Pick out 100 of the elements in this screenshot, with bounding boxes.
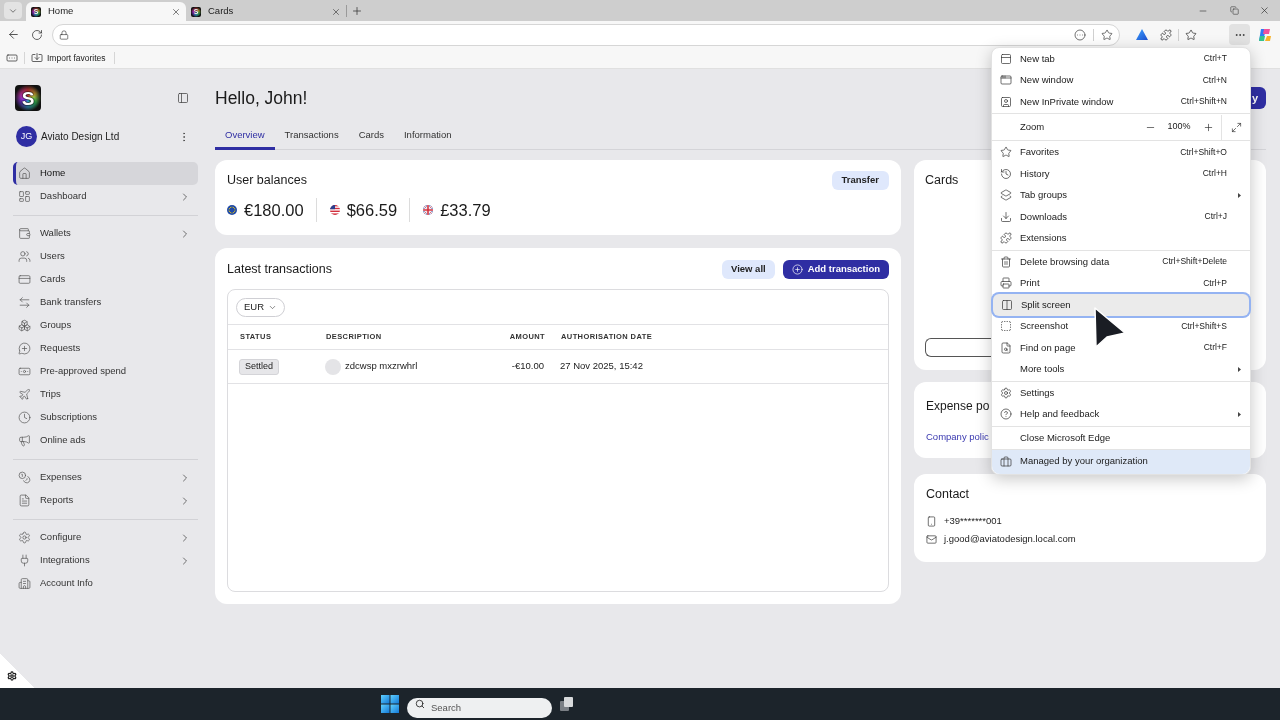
plug-icon — [18, 554, 31, 567]
window-icon — [1000, 74, 1012, 87]
menu-item[interactable]: Extensions — [992, 227, 1250, 249]
triangle-icon[interactable] — [1136, 29, 1148, 40]
nav-item[interactable]: Trips — [13, 383, 198, 406]
star-icon — [1000, 146, 1012, 159]
submenu-arrow-icon — [1238, 366, 1241, 372]
menu-item[interactable]: Close Microsoft Edge — [992, 427, 1250, 449]
download-icon — [1000, 210, 1012, 223]
nav-item[interactable]: Bank transfers — [13, 291, 198, 314]
import-icon — [31, 52, 43, 64]
avatar-initials: JG — [16, 126, 37, 147]
building-icon — [18, 577, 31, 590]
nav-item[interactable]: Subscriptions — [13, 406, 198, 429]
nav-item[interactable]: Integrations — [13, 549, 198, 572]
more-button[interactable] — [1229, 24, 1250, 45]
phone-icon — [926, 515, 937, 527]
windows-logo-icon[interactable] — [381, 695, 399, 713]
nav-item[interactable]: Account Info — [13, 572, 198, 595]
nav-item[interactable]: Reports — [13, 489, 198, 512]
mail-icon — [926, 533, 937, 545]
taskbar-search-field[interactable]: Search — [407, 697, 552, 718]
dashed-square-icon — [1000, 320, 1012, 333]
menu-item[interactable]: More tools — [992, 358, 1250, 380]
nav-item[interactable]: Home — [13, 162, 198, 185]
chat-bubble-plus-icon — [18, 342, 31, 355]
star-icon[interactable] — [1101, 28, 1113, 41]
gear-icon — [18, 531, 31, 544]
address-bar-field[interactable] — [52, 23, 1120, 46]
gear-icon — [7, 671, 17, 681]
plus-icon[interactable] — [351, 5, 363, 17]
header-action-button[interactable]: y — [1251, 87, 1266, 109]
menu-item[interactable]: Split screen — [993, 294, 1249, 316]
transfer-button[interactable]: Transfer — [831, 170, 889, 190]
menu-item[interactable]: New window Ctrl+N — [992, 69, 1250, 91]
nav-item[interactable]: Requests — [13, 337, 198, 360]
menu-item[interactable]: History Ctrl+H — [992, 163, 1250, 185]
close-icon[interactable] — [331, 6, 341, 17]
file-search-icon — [1000, 341, 1012, 354]
boxes-icon — [18, 319, 31, 332]
menu-item[interactable]: New tab Ctrl+T — [992, 48, 1250, 70]
import-favorites-button[interactable]: Import favorites — [31, 51, 106, 65]
nav-item[interactable]: Online ads — [13, 429, 198, 452]
view-all-button[interactable]: View all — [722, 260, 775, 279]
menu-item[interactable]: Delete browsing data Ctrl+Shift+Delete — [992, 251, 1250, 273]
managed-by-organization-item[interactable]: Managed by your organization — [992, 449, 1250, 474]
panel-left-icon[interactable] — [177, 92, 189, 104]
nav-item[interactable]: Users — [13, 245, 198, 268]
star-icon[interactable] — [1185, 28, 1197, 41]
menu-item[interactable]: Print Ctrl+P — [992, 272, 1250, 294]
page-tab[interactable]: Information — [393, 121, 462, 150]
menu-item[interactable]: Tab groups — [992, 184, 1250, 206]
rectangle-dots-icon[interactable] — [6, 52, 18, 64]
colorful-logo-icon[interactable] — [1258, 27, 1272, 42]
add-transaction-button[interactable]: Add transaction — [782, 260, 889, 279]
company-policy-link[interactable]: Company polic — [926, 429, 989, 445]
table-cell: -€10.00 — [511, 359, 544, 374]
balance-amount: $66.59 — [346, 199, 398, 221]
zoom-level: 100% — [1166, 120, 1192, 134]
restore-icon — [1229, 6, 1239, 15]
nav-item[interactable]: Pre-approved spend — [13, 360, 198, 383]
plane-icon — [18, 388, 31, 401]
nav-item[interactable]: Cards — [13, 268, 198, 291]
back-arrow-icon — [6, 28, 20, 41]
page-tab[interactable]: Overview — [215, 121, 275, 150]
page-title: Hello, John! — [215, 87, 308, 109]
submenu-arrow-icon — [1238, 192, 1241, 198]
banknote-icon — [18, 365, 31, 378]
menu-item[interactable]: Downloads Ctrl+J — [992, 206, 1250, 228]
balance-amount: €180.00 — [244, 199, 304, 221]
nav-item[interactable]: Expenses — [13, 466, 198, 489]
nav-item[interactable]: Groups — [13, 314, 198, 337]
clock-icon — [18, 411, 31, 424]
panel-top-icon — [1000, 52, 1012, 65]
eu-flag-icon — [227, 205, 237, 215]
dashboard-grid-icon — [18, 190, 31, 203]
search-icon — [415, 699, 425, 709]
submenu-arrow-icon — [1238, 411, 1241, 417]
page-tab[interactable]: Cards — [348, 121, 394, 150]
document-icon — [18, 494, 31, 507]
menu-item[interactable]: Favorites Ctrl+Shift+O — [992, 141, 1250, 163]
menu-item[interactable]: Find on page Ctrl+F — [992, 337, 1250, 359]
coins-icon — [18, 471, 31, 484]
nav-item[interactable]: Configure — [13, 526, 198, 549]
menu-item[interactable]: Help and feedback — [992, 403, 1250, 425]
nav-item[interactable]: Dashboard — [13, 185, 198, 208]
menu-item[interactable]: Settings — [992, 382, 1250, 404]
uk-flag-icon — [423, 205, 434, 215]
menu-item[interactable]: Screenshot Ctrl+Shift+S — [992, 315, 1250, 337]
nav-item[interactable]: Wallets — [13, 222, 198, 245]
email-address: j.good@aviatodesign.local.com — [944, 531, 1076, 546]
task-view-icon[interactable] — [560, 697, 574, 711]
circle-ellipsis-icon[interactable] — [1074, 28, 1086, 41]
page-tab[interactable]: Transactions — [274, 121, 349, 150]
app-logo[interactable]: S — [15, 85, 41, 111]
menu-item[interactable]: New InPrivate window Ctrl+Shift+N — [992, 91, 1250, 113]
megaphone-icon — [18, 434, 31, 447]
printer-icon — [1000, 277, 1012, 290]
close-icon[interactable] — [171, 6, 181, 17]
puzzle-icon[interactable] — [1160, 28, 1172, 41]
